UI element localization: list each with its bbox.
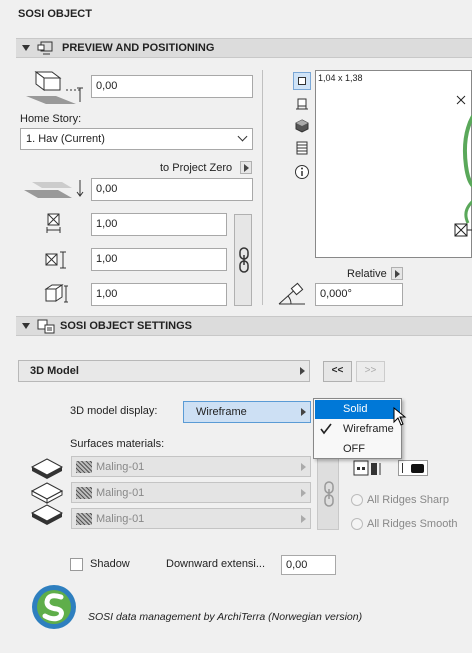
plan-view-button[interactable] [293, 72, 311, 90]
preview-drawing [454, 95, 472, 237]
hatch-swatch-icon [76, 487, 92, 499]
3d-view-icon[interactable] [295, 119, 309, 133]
collapse-triangle-icon [22, 323, 30, 329]
material-field-bottom[interactable]: Maling-01 [71, 508, 311, 529]
model-display-menu: Solid Wireframe OFF [313, 398, 402, 459]
depth-input[interactable]: 1,00 [91, 248, 227, 271]
relative-label: Relative [347, 268, 387, 280]
triangle-right-icon [395, 270, 400, 278]
ridges-smooth-label: All Ridges Smooth [367, 518, 458, 530]
hatch-swatch-icon [76, 513, 92, 525]
rotation-angle-icon [278, 282, 305, 305]
shadow-checkbox[interactable] [70, 558, 83, 571]
project-zero-input[interactable]: 0,00 [91, 178, 253, 201]
ridges-smooth-radio[interactable] [351, 518, 363, 530]
previous-page-button[interactable]: << [323, 361, 352, 382]
menu-item-wireframe[interactable]: Wireframe [315, 420, 400, 439]
vertical-divider [262, 70, 263, 305]
menu-item-solid[interactable]: Solid [315, 400, 400, 419]
triangle-right-icon [244, 164, 249, 172]
home-story-label: Home Story: [20, 113, 82, 125]
triangle-right-icon [301, 515, 306, 523]
home-story-value: 1. Hav (Current) [26, 133, 105, 145]
preview-section-header[interactable]: PREVIEW AND POSITIONING [16, 38, 472, 58]
relative-popup-button[interactable] [391, 267, 403, 280]
width-input[interactable]: 1,00 [91, 213, 227, 236]
surfaces-materials-label: Surfaces materials: [70, 438, 165, 450]
settings-page-select[interactable]: 3D Model [18, 360, 310, 382]
panel-title: SOSI OBJECT [18, 8, 92, 20]
width-icon [46, 213, 61, 233]
depth-icon [45, 251, 66, 269]
mouse-cursor-icon [393, 407, 407, 426]
material-field-side[interactable]: Maling-01 [71, 482, 311, 503]
ridges-sharp-radio[interactable] [351, 494, 363, 506]
footer-credit: SOSI data management by ArchiTerra (Norw… [88, 611, 363, 623]
shadow-label: Shadow [90, 558, 130, 570]
project-zero-icon [24, 180, 84, 198]
hatch-swatch-icon [76, 461, 92, 473]
collapse-triangle-icon [22, 45, 30, 51]
project-zero-label: to Project Zero [160, 162, 233, 174]
material-bottom-value: Maling-01 [96, 513, 145, 525]
home-story-select[interactable]: 1. Hav (Current) [20, 128, 253, 150]
model-display-label: 3D model display: [70, 405, 158, 417]
triangle-right-icon [300, 367, 305, 375]
settings-section-header[interactable]: SOSI OBJECT SETTINGS [16, 316, 472, 336]
chain-link-icon [239, 247, 249, 273]
building-icon [353, 460, 381, 476]
surface-layers-icon [30, 458, 64, 525]
triangle-right-icon [301, 408, 306, 416]
menu-item-wireframe-label: Wireframe [343, 423, 394, 435]
downward-extension-input[interactable]: 0,00 [281, 555, 336, 575]
proportion-lock-button[interactable] [234, 214, 252, 306]
elevation-input[interactable]: 0,00 [91, 75, 253, 98]
chain-link-icon [324, 481, 334, 507]
info-icon[interactable] [294, 164, 310, 180]
height-input[interactable]: 1,00 [91, 283, 227, 306]
color-swatch-button[interactable] [398, 460, 428, 476]
material-link-button[interactable] [317, 456, 339, 530]
rotation-angle-input[interactable]: 0,000° [315, 283, 403, 306]
ridges-sharp-label: All Ridges Sharp [367, 494, 449, 506]
material-side-value: Maling-01 [96, 487, 145, 499]
section-view-icon[interactable] [295, 97, 309, 111]
project-zero-popup-button[interactable] [240, 161, 252, 174]
chevron-down-icon [237, 131, 248, 142]
model-display-value: Wireframe [196, 406, 247, 418]
model-display-select[interactable]: Wireframe [183, 401, 311, 423]
preview-canvas[interactable]: 1,04 x 1,38 [315, 70, 472, 258]
material-top-value: Maling-01 [96, 461, 145, 473]
list-view-icon[interactable] [295, 141, 309, 155]
elevation-to-story-icon [26, 71, 83, 104]
checkmark-icon [320, 423, 332, 435]
sosi-logo [32, 585, 76, 629]
preview-section-label: PREVIEW AND POSITIONING [62, 42, 215, 54]
height-icon [44, 284, 68, 303]
preview-positioning-icon [37, 41, 53, 55]
triangle-right-icon [301, 489, 306, 497]
menu-item-off[interactable]: OFF [315, 440, 400, 459]
triangle-right-icon [301, 463, 306, 471]
square-icon [298, 77, 306, 85]
material-field-top[interactable]: Maling-01 [71, 456, 311, 477]
settings-section-label: SOSI OBJECT SETTINGS [60, 320, 193, 332]
downward-extension-label: Downward extensi... [166, 558, 266, 570]
next-page-button[interactable]: >> [356, 361, 385, 382]
object-settings-icon [37, 319, 55, 334]
settings-page-value: 3D Model [30, 365, 79, 377]
